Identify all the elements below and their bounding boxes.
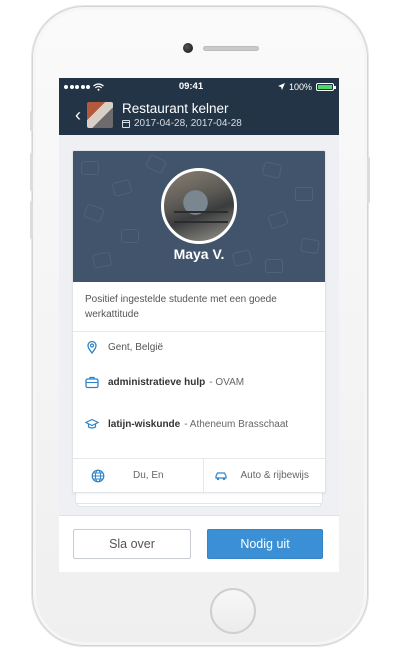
- action-bar: Sla over Nodig uit: [59, 515, 339, 572]
- card-tags: Du, En Auto & rijbewijs: [73, 458, 325, 492]
- experience-title: administratieve hulp: [108, 376, 206, 388]
- education-title: latijn-wiskunde: [108, 418, 181, 430]
- job-thumbnail: [87, 102, 113, 128]
- experience-org: - OVAM: [209, 376, 245, 388]
- status-time: 09:41: [178, 81, 204, 92]
- card-header: Maya V.: [73, 151, 325, 282]
- app-screen: 09:41 100% ‹ Restaurant kelner 2017-04-2…: [59, 78, 339, 572]
- languages-tag: Du, En: [73, 459, 203, 492]
- skip-button[interactable]: Sla over: [73, 529, 191, 559]
- transport-tag: Auto & rijbewijs: [202, 459, 326, 492]
- front-camera: [183, 43, 193, 53]
- map-pin-icon: [87, 340, 97, 354]
- calendar-icon: [122, 119, 130, 128]
- languages-text: Du, En: [133, 470, 164, 481]
- volume-up-button: [30, 153, 33, 191]
- signal-dots-icon: [64, 84, 90, 89]
- car-icon: [214, 471, 227, 480]
- candidate-name: Maya V.: [173, 246, 225, 262]
- location-arrow-icon: [277, 83, 285, 90]
- battery-icon: [316, 82, 336, 91]
- home-button[interactable]: [210, 588, 256, 634]
- battery-percent: 100%: [288, 81, 312, 92]
- status-bar: 09:41 100%: [59, 78, 339, 95]
- briefcase-icon: [85, 376, 99, 389]
- location-text: Gent, België: [108, 341, 164, 353]
- experience-row: administratieve hulp - OVAM: [85, 375, 313, 389]
- avatar: [161, 168, 237, 244]
- graduation-cap-icon: [85, 418, 99, 429]
- earpiece-speaker: [203, 46, 259, 51]
- power-button: [367, 157, 370, 203]
- candidate-bio: Positief ingestelde studente met een goe…: [85, 294, 277, 320]
- nav-bar: ‹ Restaurant kelner 2017-04-28, 2017-04-…: [59, 95, 339, 135]
- transport-text: Auto & rijbewijs: [240, 470, 309, 481]
- wifi-icon: [93, 82, 104, 91]
- education-row: latijn-wiskunde - Atheneum Brasschaat: [85, 417, 313, 431]
- candidate-card[interactable]: Maya V. Positief ingestelde studente met…: [72, 150, 326, 493]
- volume-down-button: [30, 201, 33, 239]
- location-row: Gent, België: [85, 340, 313, 354]
- invite-button[interactable]: Nodig uit: [207, 529, 323, 559]
- education-org: - Atheneum Brasschaat: [184, 418, 289, 430]
- job-dates: 2017-04-28, 2017-04-28: [134, 118, 242, 129]
- globe-icon: [91, 469, 105, 482]
- job-title: Restaurant kelner: [122, 101, 229, 116]
- mute-switch: [30, 111, 33, 131]
- chevron-left-icon[interactable]: ‹: [75, 106, 81, 124]
- divider: [73, 331, 325, 332]
